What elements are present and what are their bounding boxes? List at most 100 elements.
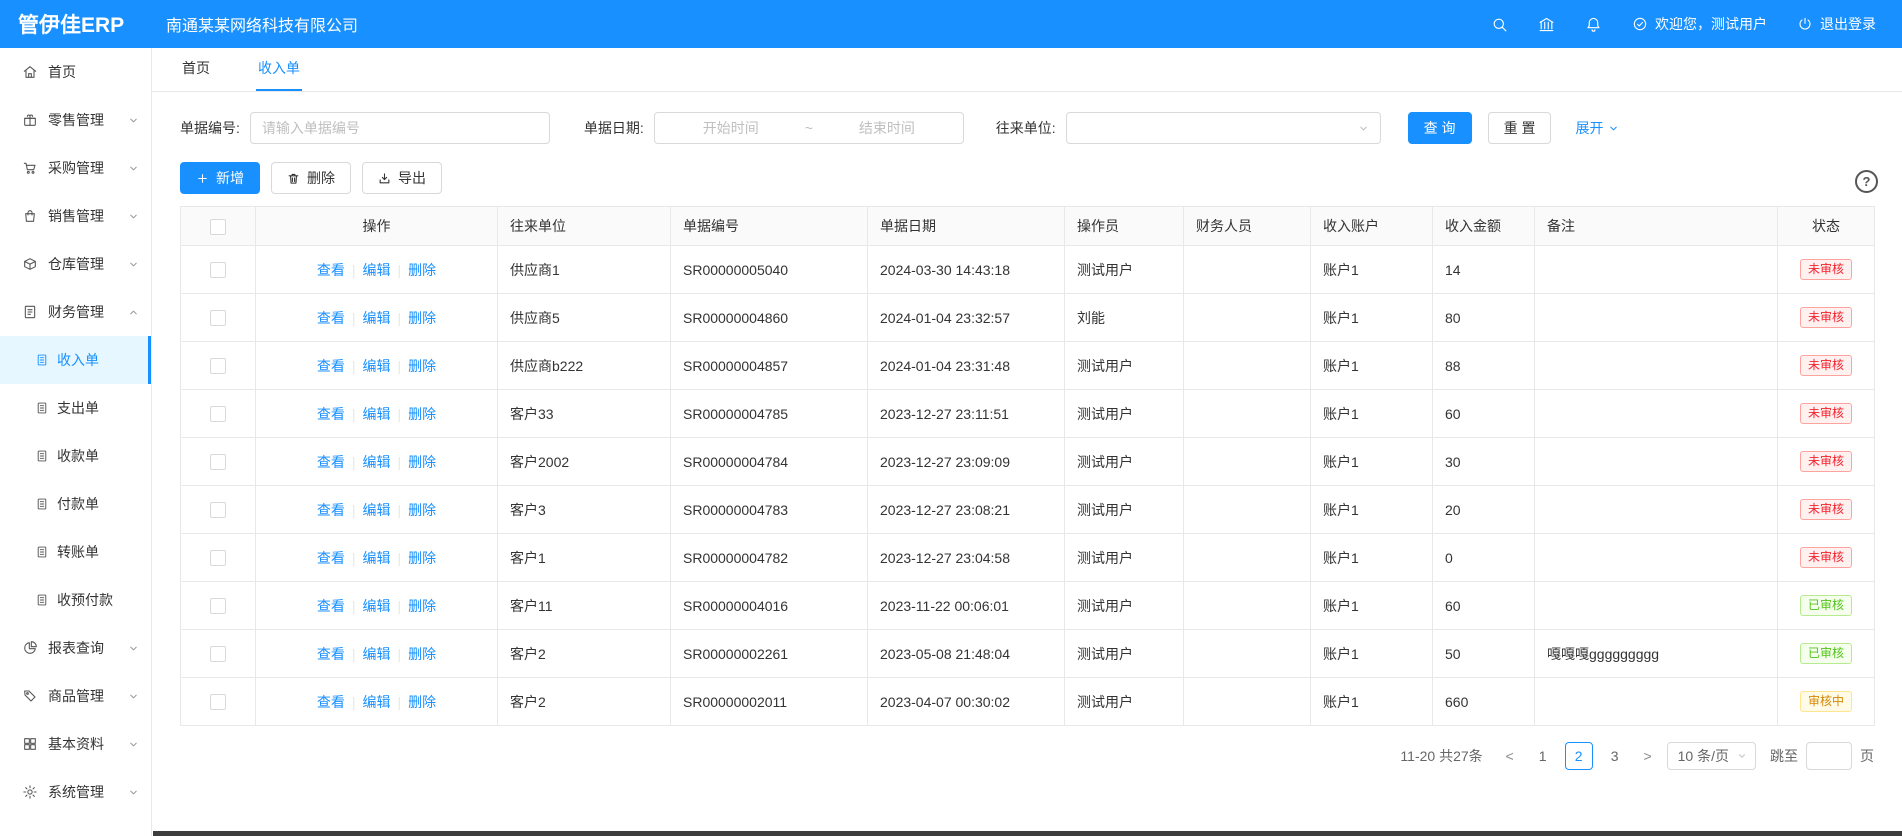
column-header-actions: 操作: [256, 207, 498, 246]
doc-icon: [35, 497, 49, 511]
edit-link[interactable]: 编辑: [363, 598, 391, 614]
sidebar-item-goods[interactable]: 商品管理: [0, 672, 151, 720]
edit-link[interactable]: 编辑: [363, 646, 391, 662]
expand-toggle[interactable]: 展开: [1575, 118, 1619, 138]
row-checkbox[interactable]: [210, 454, 226, 470]
edit-link[interactable]: 编辑: [363, 358, 391, 374]
jump-page-input[interactable]: [1806, 742, 1852, 770]
sidebar-subitem-income[interactable]: 收入单: [0, 336, 151, 384]
page-button-3[interactable]: 3: [1601, 742, 1629, 770]
cell-finance: [1184, 294, 1311, 342]
row-checkbox[interactable]: [210, 310, 226, 326]
partner-select[interactable]: [1066, 112, 1381, 144]
date-end-input[interactable]: [819, 119, 955, 137]
sidebar-subitem-payment[interactable]: 付款单: [0, 480, 151, 528]
page-button-1[interactable]: 1: [1529, 742, 1557, 770]
page-size-select[interactable]: 10 条/页: [1667, 742, 1756, 770]
edit-link[interactable]: 编辑: [363, 310, 391, 326]
view-link[interactable]: 查看: [317, 262, 345, 278]
delete-link[interactable]: 删除: [408, 694, 436, 710]
actions-cell: 查看|编辑|删除: [256, 390, 498, 438]
reset-button[interactable]: 重 置: [1488, 112, 1552, 144]
sidebar-item-system[interactable]: 系统管理: [0, 768, 151, 816]
sidebar-item-home[interactable]: 首页: [0, 48, 151, 96]
row-checkbox[interactable]: [210, 406, 226, 422]
tab-income[interactable]: 收入单: [256, 58, 302, 91]
view-link[interactable]: 查看: [317, 694, 345, 710]
delete-link[interactable]: 删除: [408, 598, 436, 614]
delete-link[interactable]: 删除: [408, 646, 436, 662]
search-icon[interactable]: [1491, 16, 1508, 33]
sidebar-item-purchase[interactable]: 采购管理: [0, 144, 151, 192]
row-checkbox[interactable]: [210, 550, 226, 566]
sidebar-item-basedata[interactable]: 基本资料: [0, 720, 151, 768]
date-start-input[interactable]: [663, 119, 799, 137]
delete-link[interactable]: 删除: [408, 550, 436, 566]
cell-operator: 测试用户: [1065, 438, 1184, 486]
view-link[interactable]: 查看: [317, 454, 345, 470]
edit-link[interactable]: 编辑: [363, 262, 391, 278]
sidebar-item-report[interactable]: 报表查询: [0, 624, 151, 672]
sidebar-subitem-transfer[interactable]: 转账单: [0, 528, 151, 576]
row-checkbox[interactable]: [210, 502, 226, 518]
view-link[interactable]: 查看: [317, 502, 345, 518]
row-checkbox[interactable]: [210, 694, 226, 710]
column-header-finance: 财务人员: [1184, 207, 1311, 246]
select-all-header: [181, 207, 256, 246]
delete-link[interactable]: 删除: [408, 310, 436, 326]
edit-link[interactable]: 编辑: [363, 406, 391, 422]
sidebar-subitem-advance[interactable]: 收预付款: [0, 576, 151, 624]
page-button-2[interactable]: 2: [1565, 742, 1593, 770]
help-icon[interactable]: ?: [1855, 170, 1878, 193]
cell-doc-no: SR00000004860: [671, 294, 868, 342]
row-checkbox[interactable]: [210, 598, 226, 614]
row-checkbox[interactable]: [210, 262, 226, 278]
tab-home[interactable]: 首页: [180, 58, 212, 91]
action-divider: |: [352, 598, 356, 614]
search-button[interactable]: 查 询: [1408, 112, 1472, 144]
user-menu[interactable]: 欢迎您，测试用户: [1632, 14, 1767, 34]
sidebar-subitem-receipt[interactable]: 收款单: [0, 432, 151, 480]
delete-link[interactable]: 删除: [408, 358, 436, 374]
bell-icon[interactable]: [1585, 16, 1602, 33]
add-button[interactable]: 新增: [180, 162, 260, 194]
row-checkbox[interactable]: [210, 646, 226, 662]
next-page-button[interactable]: >: [1637, 742, 1659, 770]
prev-page-button[interactable]: <: [1499, 742, 1521, 770]
column-header-account: 收入账户: [1311, 207, 1433, 246]
delete-button[interactable]: 删除: [271, 162, 351, 194]
warehouse-icon: [22, 256, 38, 272]
delete-link[interactable]: 删除: [408, 502, 436, 518]
checkbox-cell: [181, 438, 256, 486]
home-icon: [22, 64, 38, 80]
chevron-down-icon: [1737, 751, 1747, 761]
view-link[interactable]: 查看: [317, 310, 345, 326]
sidebar-item-finance[interactable]: 财务管理: [0, 288, 151, 336]
sidebar-item-warehouse[interactable]: 仓库管理: [0, 240, 151, 288]
doc-no-input[interactable]: [250, 112, 550, 144]
view-link[interactable]: 查看: [317, 406, 345, 422]
view-link[interactable]: 查看: [317, 598, 345, 614]
view-link[interactable]: 查看: [317, 646, 345, 662]
view-link[interactable]: 查看: [317, 550, 345, 566]
edit-link[interactable]: 编辑: [363, 694, 391, 710]
delete-link[interactable]: 删除: [408, 262, 436, 278]
doc-icon: [35, 353, 49, 367]
edit-link[interactable]: 编辑: [363, 454, 391, 470]
export-button[interactable]: 导出: [362, 162, 442, 194]
delete-link[interactable]: 删除: [408, 406, 436, 422]
edit-link[interactable]: 编辑: [363, 502, 391, 518]
edit-link[interactable]: 编辑: [363, 550, 391, 566]
sidebar-item-retail[interactable]: 零售管理: [0, 96, 151, 144]
date-range-picker[interactable]: ~: [654, 112, 964, 144]
sidebar-item-label: 财务管理: [48, 302, 128, 322]
bank-icon[interactable]: [1538, 16, 1555, 33]
select-all-checkbox[interactable]: [210, 219, 226, 235]
cell-remark: [1535, 534, 1778, 582]
view-link[interactable]: 查看: [317, 358, 345, 374]
delete-link[interactable]: 删除: [408, 454, 436, 470]
row-checkbox[interactable]: [210, 358, 226, 374]
logout-button[interactable]: 退出登录: [1797, 14, 1876, 34]
sidebar-item-sales[interactable]: 销售管理: [0, 192, 151, 240]
sidebar-subitem-expense[interactable]: 支出单: [0, 384, 151, 432]
